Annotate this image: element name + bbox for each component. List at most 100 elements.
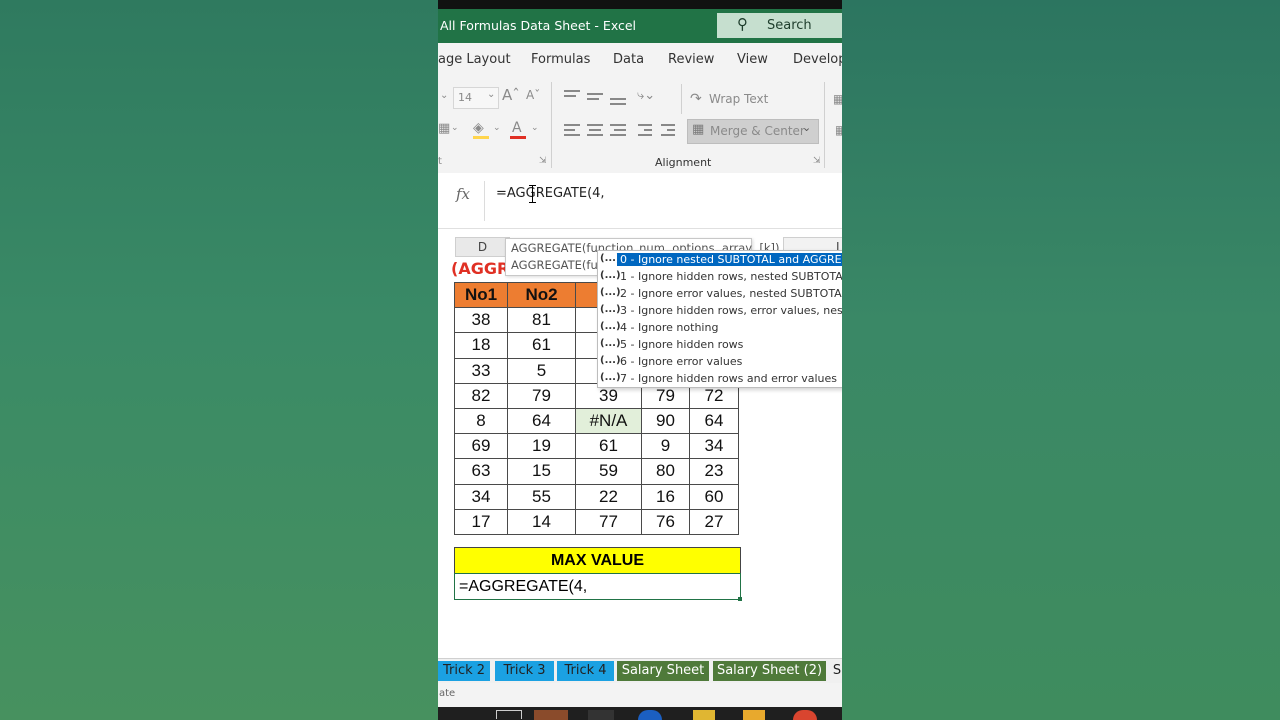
chevron-down-icon[interactable]: ⌄ bbox=[531, 123, 539, 133]
table-cell[interactable]: 60 bbox=[689, 483, 739, 510]
autocomplete-item[interactable]: (...) 0 - Ignore nested SUBTOTAL and AGGR… bbox=[598, 252, 842, 268]
folder-icon[interactable] bbox=[693, 710, 715, 720]
table-cell[interactable]: 61 bbox=[575, 433, 642, 460]
fill-color-icon[interactable]: ◈ bbox=[473, 120, 484, 136]
sheet-tabs: Trick 2 Trick 3 Trick 4 Salary Sheet Sal… bbox=[438, 658, 842, 683]
font-name-dropdown-icon[interactable]: ⌄ bbox=[440, 90, 448, 101]
table-cell[interactable]: 76 bbox=[641, 508, 690, 535]
magnifier-icon: ⚲ bbox=[737, 15, 748, 33]
table-cell[interactable]: 27 bbox=[689, 508, 739, 535]
status-bar: ate bbox=[438, 683, 842, 707]
text-cursor-icon bbox=[529, 185, 536, 203]
increase-font-icon[interactable]: Aˆ bbox=[502, 86, 520, 104]
number-format-icon[interactable]: ▦ bbox=[833, 92, 842, 106]
store-icon[interactable] bbox=[534, 710, 568, 720]
table-cell[interactable]: 61 bbox=[507, 332, 576, 359]
font-size-box[interactable]: 14 ⌄ bbox=[453, 87, 499, 109]
sheet-tab-trick-2[interactable]: Trick 2 bbox=[438, 661, 490, 681]
title-bar: All Formulas Data Sheet - Excel ⚲ Search bbox=[438, 0, 842, 43]
tab-view[interactable]: View bbox=[737, 52, 768, 67]
format-icon[interactable]: ▦ bbox=[835, 123, 842, 137]
table-cell[interactable]: 64 bbox=[507, 407, 576, 435]
wrap-text-icon[interactable]: ↷ bbox=[690, 91, 702, 107]
chevron-down-icon[interactable]: ⌄ bbox=[493, 123, 501, 133]
chevron-down-icon: ⌄ bbox=[802, 121, 812, 134]
search-label: Search bbox=[767, 18, 812, 33]
table-cell[interactable]: 64 bbox=[689, 407, 739, 435]
table-cell[interactable]: 23 bbox=[689, 458, 739, 485]
table-cell[interactable]: 80 bbox=[641, 458, 690, 485]
group-separator bbox=[681, 84, 682, 114]
table-cell[interactable]: 15 bbox=[507, 458, 576, 485]
table-cell[interactable]: 17 bbox=[454, 508, 508, 535]
formula-bar: fx =AGGREGATE(4, bbox=[438, 173, 842, 229]
header-no1[interactable]: No1 bbox=[454, 281, 508, 309]
sheet-tab-salary-sheet-2[interactable]: Salary Sheet (2) bbox=[713, 661, 826, 681]
app-icon[interactable] bbox=[588, 710, 614, 720]
borders-icon[interactable]: ▦ bbox=[438, 121, 450, 136]
table-cell[interactable]: 5 bbox=[507, 357, 576, 384]
table-cell[interactable]: 18 bbox=[454, 332, 508, 359]
table-cell[interactable]: 19 bbox=[507, 433, 576, 460]
autocomplete-item[interactable]: (...) 2 - Ignore error values, nested SUB… bbox=[598, 286, 842, 302]
autocomplete-dropdown: (...) 0 - Ignore nested SUBTOTAL and AGGR… bbox=[597, 250, 842, 388]
table-cell[interactable]: 82 bbox=[454, 382, 508, 409]
autocomplete-item[interactable]: (...) 6 - Ignore error values bbox=[598, 354, 842, 370]
tab-review[interactable]: Review bbox=[668, 52, 714, 67]
autocomplete-item[interactable]: (...) 7 - Ignore hidden rows and error va… bbox=[598, 371, 842, 387]
formula-input[interactable]: =AGGREGATE(4, bbox=[496, 186, 605, 201]
table-cell[interactable]: 79 bbox=[507, 382, 576, 409]
max-value-label: MAX VALUE bbox=[454, 547, 741, 574]
chevron-down-icon[interactable]: ⌄ bbox=[451, 123, 459, 133]
table-cell[interactable]: 59 bbox=[575, 458, 642, 485]
tab-developer[interactable]: Develop bbox=[793, 52, 842, 67]
table-cell[interactable]: 77 bbox=[575, 508, 642, 535]
dialog-launcher-icon[interactable]: ⇲ bbox=[813, 156, 821, 166]
formula-separator bbox=[484, 181, 485, 221]
tab-formulas[interactable]: Formulas bbox=[531, 52, 590, 67]
decrease-font-icon[interactable]: Aˇ bbox=[526, 88, 540, 102]
table-cell[interactable]: 33 bbox=[454, 357, 508, 384]
table-cell[interactable]: 63 bbox=[454, 458, 508, 485]
table-cell[interactable]: 81 bbox=[507, 307, 576, 334]
table-cell[interactable]: 9 bbox=[641, 433, 690, 460]
tab-page-layout[interactable]: age Layout bbox=[438, 52, 511, 67]
autocomplete-item[interactable]: (...) 4 - Ignore nothing bbox=[598, 320, 842, 336]
chrome-icon[interactable] bbox=[793, 710, 817, 720]
table-cell[interactable]: 38 bbox=[454, 307, 508, 334]
table-cell[interactable]: 16 bbox=[641, 483, 690, 510]
active-cell[interactable]: =AGGREGATE(4, bbox=[454, 573, 741, 600]
error-cell[interactable]: #N/A bbox=[575, 407, 642, 435]
table-cell[interactable]: 8 bbox=[454, 407, 508, 435]
table-cell[interactable]: 69 bbox=[454, 433, 508, 460]
window-title: All Formulas Data Sheet - Excel bbox=[440, 18, 637, 33]
search-box[interactable]: ⚲ Search bbox=[717, 13, 842, 38]
autocomplete-item[interactable]: (...) 5 - Ignore hidden rows bbox=[598, 337, 842, 353]
table-cell[interactable]: 22 bbox=[575, 483, 642, 510]
autocomplete-item[interactable]: (...) 3 - Ignore hidden rows, error value… bbox=[598, 303, 842, 319]
orientation-icon[interactable]: ⤷⌄ bbox=[637, 88, 655, 103]
wrap-text-label[interactable]: Wrap Text bbox=[709, 92, 768, 106]
tooltip-signature-alt[interactable]: AGGREGATE(fur bbox=[511, 258, 602, 272]
browser-icon[interactable] bbox=[638, 710, 662, 720]
dialog-launcher-icon[interactable]: ⇲ bbox=[539, 156, 547, 166]
sheet-tab-trick-4[interactable]: Trick 4 bbox=[557, 661, 614, 681]
table-cell[interactable]: 34 bbox=[689, 433, 739, 460]
sheet-tab-salary-sheet[interactable]: Salary Sheet bbox=[617, 661, 709, 681]
tab-data[interactable]: Data bbox=[613, 52, 644, 67]
files-icon[interactable] bbox=[743, 710, 765, 720]
table-cell[interactable]: 14 bbox=[507, 508, 576, 535]
autocomplete-item[interactable]: (...) 1 - Ignore hidden rows, nested SUBT… bbox=[598, 269, 842, 285]
table-cell[interactable]: 55 bbox=[507, 483, 576, 510]
fill-handle[interactable] bbox=[738, 597, 742, 601]
sheet-tab-trick-3[interactable]: Trick 3 bbox=[495, 661, 554, 681]
function-icon[interactable]: fx bbox=[456, 185, 470, 203]
header-no2[interactable]: No2 bbox=[507, 281, 576, 309]
column-header-d[interactable]: D bbox=[455, 237, 510, 257]
table-cell[interactable]: 90 bbox=[641, 407, 690, 435]
table-cell[interactable]: 34 bbox=[454, 483, 508, 510]
merge-center-button[interactable]: ▦ Merge & Center ⌄ bbox=[687, 119, 819, 144]
desktop-icon[interactable] bbox=[496, 710, 522, 719]
sheet-tab-more[interactable]: S bbox=[832, 661, 842, 681]
font-color-icon[interactable]: A bbox=[512, 120, 522, 136]
